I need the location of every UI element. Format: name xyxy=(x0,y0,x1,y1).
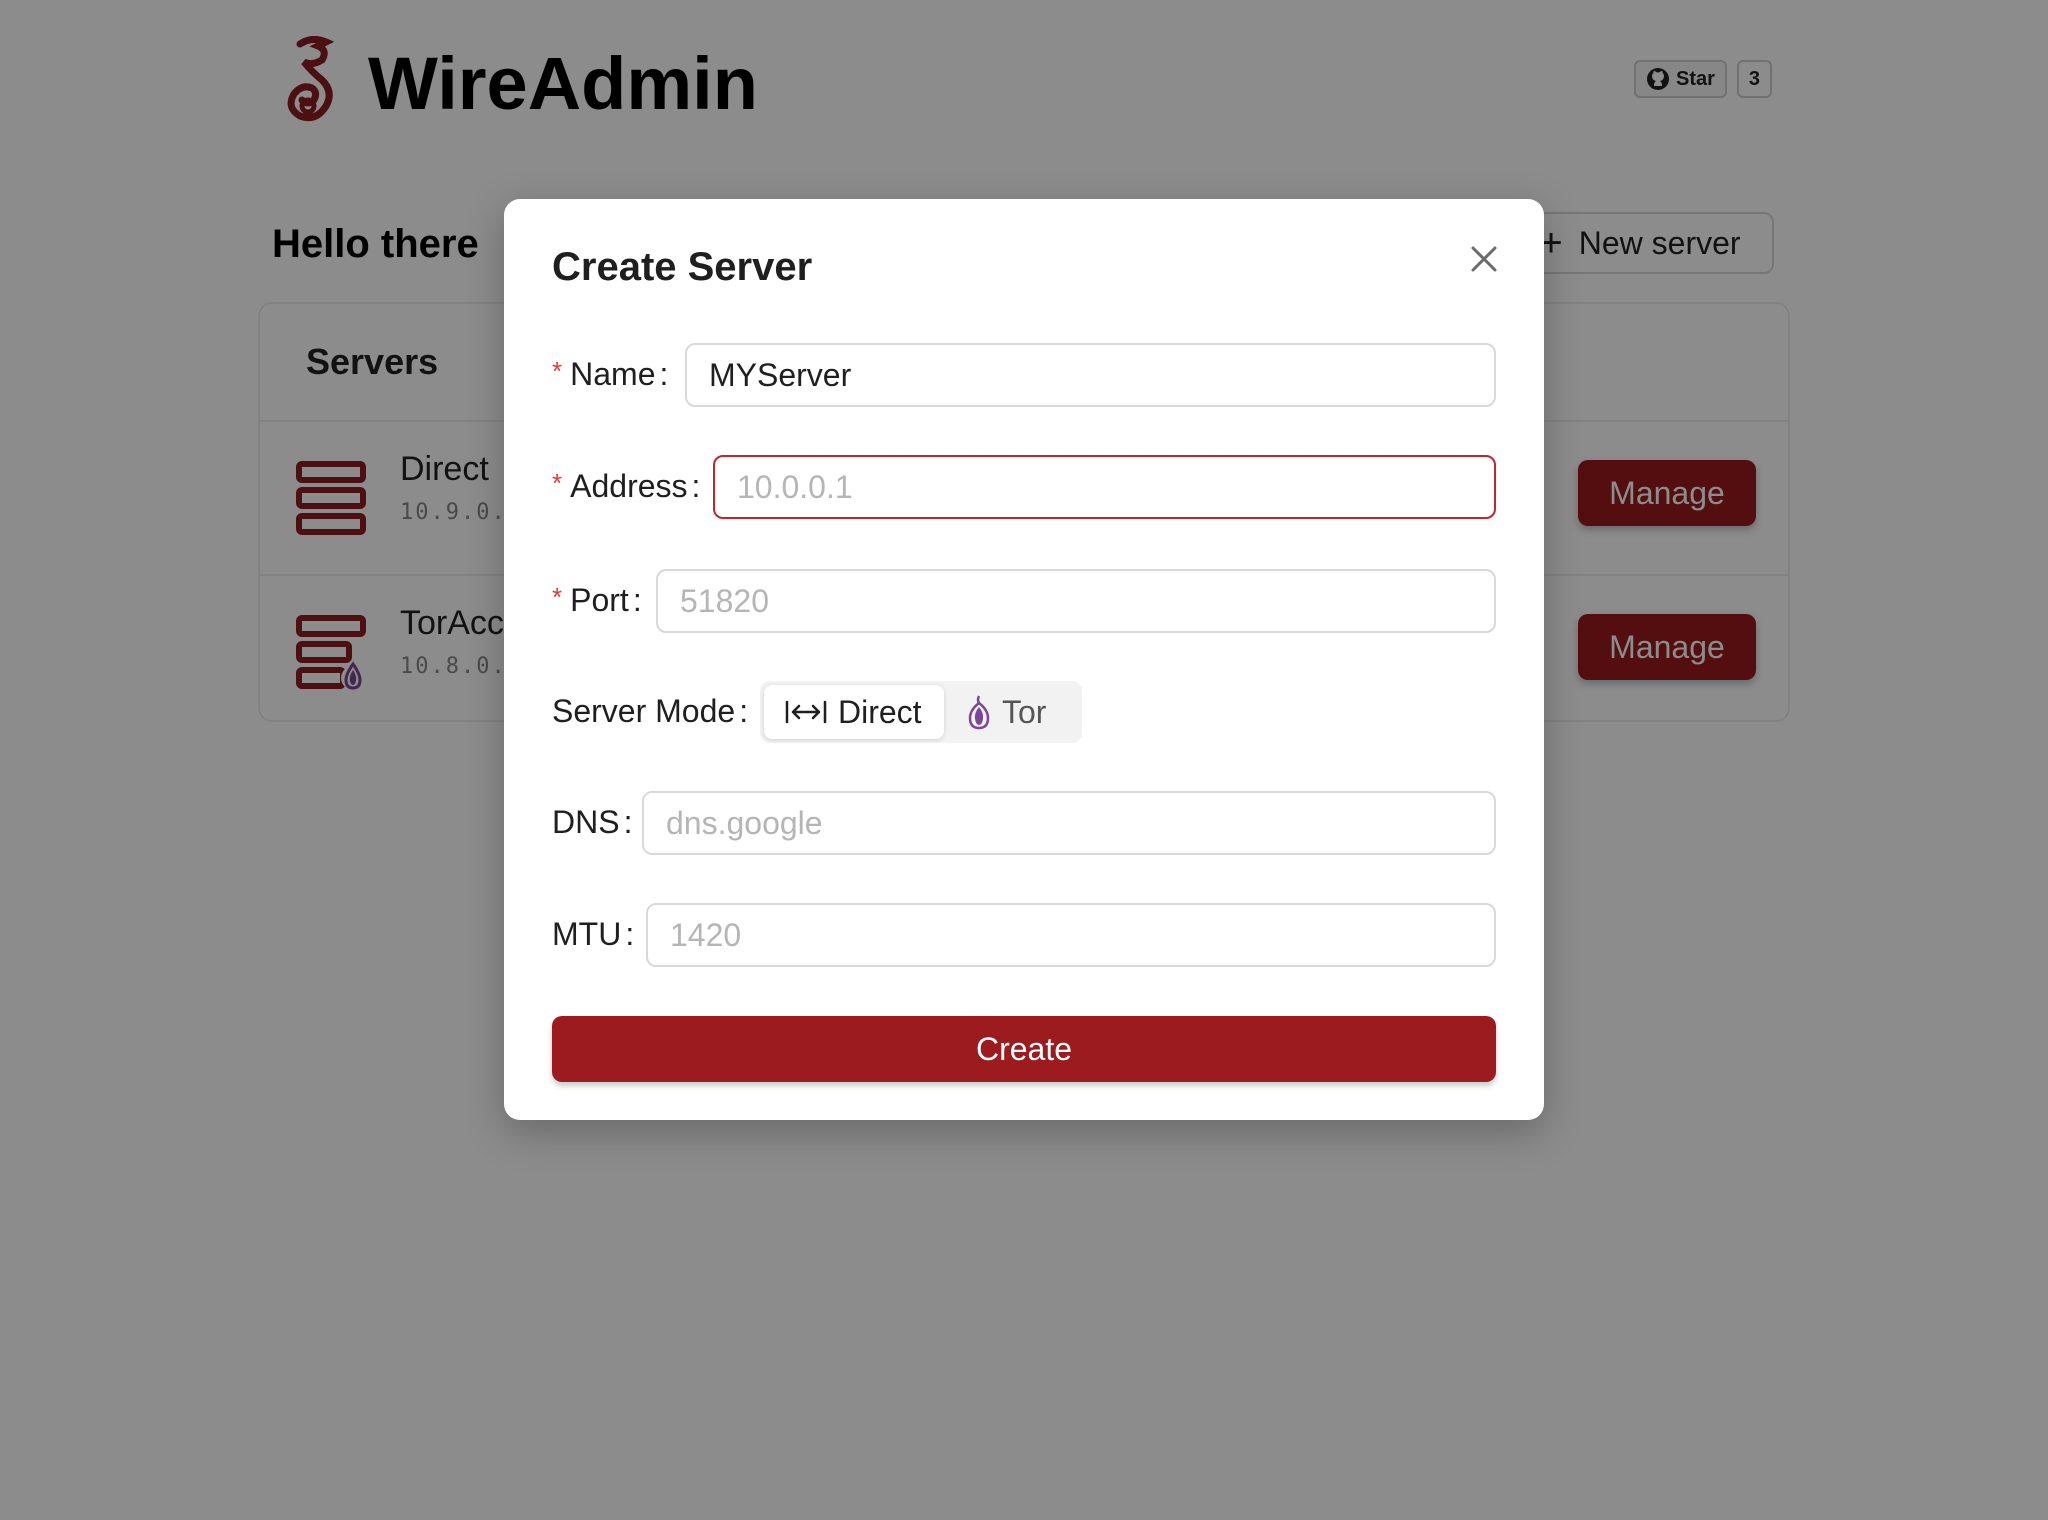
tor-onion-icon xyxy=(968,695,990,730)
name-label: * Name: xyxy=(552,356,669,392)
port-label: * Port: xyxy=(552,582,642,618)
direct-arrows-icon xyxy=(785,700,827,724)
modal-title: Create Server xyxy=(552,245,813,289)
server-mode-direct-option[interactable]: Direct xyxy=(764,685,944,739)
dns-input[interactable] xyxy=(642,791,1496,855)
address-input[interactable] xyxy=(713,455,1496,519)
dns-label: DNS: xyxy=(552,804,633,840)
mtu-input[interactable] xyxy=(646,903,1496,967)
name-input[interactable] xyxy=(685,343,1496,407)
server-mode-tor-option[interactable]: Tor xyxy=(946,685,1078,739)
server-mode-segmented: Direct Tor xyxy=(760,681,1082,743)
create-server-modal: Create Server *Name: *Address: *Port: Se… xyxy=(504,199,1544,1120)
address-label: * Address: xyxy=(552,468,701,504)
close-icon[interactable] xyxy=(1464,239,1504,279)
server-mode-label: Server Mode: xyxy=(552,693,749,729)
mtu-label: MTU: xyxy=(552,916,635,952)
required-asterisk: * xyxy=(552,582,563,612)
required-asterisk: * xyxy=(552,356,563,386)
create-button[interactable]: Create xyxy=(552,1016,1496,1082)
required-asterisk: * xyxy=(552,468,563,498)
port-input[interactable] xyxy=(656,569,1496,633)
